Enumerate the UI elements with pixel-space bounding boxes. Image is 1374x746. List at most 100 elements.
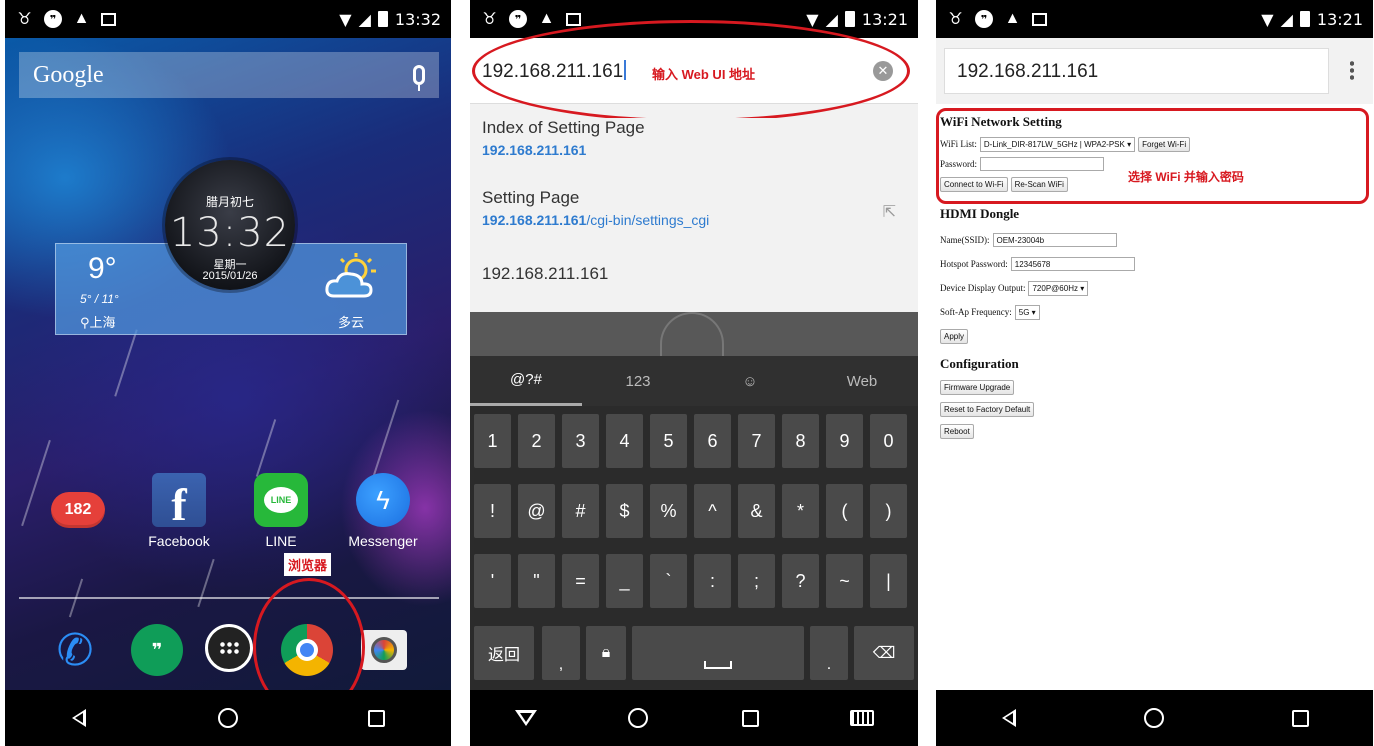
hangouts-dock-icon[interactable]: ❞: [131, 624, 183, 676]
keyboard-row-3: ' " = _ ` : ; ? ~ |: [474, 554, 914, 608]
key[interactable]: `: [650, 554, 687, 608]
settings-screen: ♉ ❞ ▲ ▼ ◢ 13:21 192.168.211.161 WiFi Net…: [936, 0, 1373, 746]
status-bar: ♉ ❞ ▲ ▼ ◢ 13:32: [5, 0, 451, 38]
key[interactable]: 8: [782, 414, 819, 468]
recents-icon: [741, 709, 759, 727]
hotspot-password-row: Hotspot Password: 12345678: [940, 252, 1365, 276]
recents-icon: [368, 709, 386, 727]
key[interactable]: 6: [694, 414, 731, 468]
home-button[interactable]: [198, 698, 258, 738]
ssid-row: Name(SSID): OEM-23004b: [940, 228, 1365, 252]
back-to-letters-key[interactable]: 返回: [474, 626, 534, 680]
phone-dock-icon[interactable]: ✆: [49, 624, 101, 676]
cat-notification-icon: ♉: [948, 11, 963, 28]
home-button[interactable]: [1124, 698, 1184, 738]
key[interactable]: %: [650, 484, 687, 538]
key[interactable]: ^: [694, 484, 731, 538]
key[interactable]: @: [518, 484, 555, 538]
fill-arrow-icon[interactable]: ⇱: [883, 202, 896, 222]
key[interactable]: 4: [606, 414, 643, 468]
key[interactable]: ): [870, 484, 907, 538]
key[interactable]: |: [870, 554, 907, 608]
camera-dock-icon[interactable]: [361, 630, 407, 670]
key[interactable]: ~: [826, 554, 863, 608]
firmware-upgrade-button[interactable]: Firmware Upgrade: [940, 379, 1015, 395]
tab-web[interactable]: Web: [806, 356, 918, 406]
space-key[interactable]: [632, 626, 804, 680]
keyboard-row-1: 1 2 3 4 5 6 7 8 9 0: [474, 414, 914, 468]
comma-key[interactable]: ,: [542, 626, 580, 680]
key[interactable]: *: [782, 484, 819, 538]
reboot-button[interactable]: Reboot: [940, 423, 974, 439]
key[interactable]: #: [562, 484, 599, 538]
app-drawer-icon[interactable]: [205, 624, 253, 672]
app-line[interactable]: LINE LINE: [241, 473, 321, 549]
app-182-cloud[interactable]: 182: [38, 478, 118, 538]
home-icon: [628, 708, 648, 728]
key[interactable]: &: [738, 484, 775, 538]
microphone-icon[interactable]: [413, 65, 425, 91]
signal-icon: ◢: [358, 9, 371, 29]
key[interactable]: _: [606, 554, 643, 608]
softap-frequency-select[interactable]: 5G ▾: [1014, 304, 1040, 320]
factory-reset-row: Reset to Factory Default: [940, 398, 1365, 420]
image-notification-icon: [101, 12, 116, 26]
home-screen: ♉ ❞ ▲ ▼ ◢ 13:32 Google 9° 5° / 11° ⚲上海 多…: [5, 0, 451, 746]
tab-emoji[interactable]: ☺: [694, 356, 806, 406]
key[interactable]: ?: [782, 554, 819, 608]
suggestion-item[interactable]: Index of Setting Page 192.168.211.161: [470, 118, 918, 178]
key[interactable]: $: [606, 484, 643, 538]
home-button[interactable]: [608, 698, 668, 738]
key[interactable]: ': [474, 554, 511, 608]
lock-key[interactable]: 🔒︎: [586, 626, 626, 680]
location-pin-icon: ⚲: [80, 315, 90, 330]
tab-symbols[interactable]: @?#: [470, 356, 582, 406]
url-input[interactable]: 192.168.211.161: [944, 48, 1329, 94]
period-key[interactable]: .: [810, 626, 848, 680]
app-facebook[interactable]: f Facebook: [139, 473, 219, 549]
recents-button[interactable]: [720, 698, 780, 738]
wifi-highlight-box: [936, 108, 1369, 204]
key[interactable]: 3: [562, 414, 599, 468]
key[interactable]: ;: [738, 554, 775, 608]
back-button[interactable]: [49, 698, 109, 738]
navigation-bar: [936, 690, 1373, 746]
key[interactable]: =: [562, 554, 599, 608]
display-output-select[interactable]: 720P@60Hz ▾: [1028, 280, 1089, 296]
google-search-bar[interactable]: Google: [19, 52, 439, 98]
key[interactable]: 9: [826, 414, 863, 468]
app-label: Messenger: [348, 533, 418, 549]
keyboard-bottom-row: 返回 , 🔒︎ . ⌫: [474, 626, 914, 682]
hotspot-password-field[interactable]: 12345678: [1010, 257, 1135, 271]
key[interactable]: 5: [650, 414, 687, 468]
key[interactable]: (: [826, 484, 863, 538]
key[interactable]: :: [694, 554, 731, 608]
back-button[interactable]: [979, 698, 1039, 738]
factory-reset-button[interactable]: Reset to Factory Default: [940, 401, 1035, 417]
display-output-row: Device Display Output: 720P@60Hz ▾: [940, 276, 1365, 300]
app-messenger[interactable]: ϟ Messenger: [343, 473, 423, 549]
overflow-menu-icon[interactable]: [1350, 60, 1354, 80]
apply-button[interactable]: Apply: [940, 328, 969, 344]
recents-button[interactable]: [1270, 698, 1330, 738]
keyboard-switch-button[interactable]: [832, 698, 892, 738]
keyboard-clipboard-strip: [470, 312, 918, 356]
suggestion-item[interactable]: 192.168.211.161: [470, 264, 918, 304]
key[interactable]: ": [518, 554, 555, 608]
backspace-key[interactable]: ⌫: [854, 626, 914, 680]
key[interactable]: 7: [738, 414, 775, 468]
key[interactable]: !: [474, 484, 511, 538]
cat-notification-icon: ♉: [17, 11, 32, 28]
clock-widget[interactable]: 腊月初七 13:32 星期一 2015/01/26: [165, 160, 295, 290]
apply-row: Apply: [940, 324, 1365, 348]
hangouts-notification-icon: ❞: [975, 10, 993, 28]
key[interactable]: 2: [518, 414, 555, 468]
recents-button[interactable]: [347, 698, 407, 738]
clipboard-icon[interactable]: [660, 312, 724, 356]
suggestion-item[interactable]: Setting Page 192.168.211.161/cgi-bin/set…: [470, 188, 918, 248]
key[interactable]: 1: [474, 414, 511, 468]
ssid-field[interactable]: OEM-23004b: [992, 233, 1117, 247]
tab-numbers[interactable]: 123: [582, 356, 694, 406]
key[interactable]: 0: [870, 414, 907, 468]
hide-keyboard-button[interactable]: [496, 698, 556, 738]
